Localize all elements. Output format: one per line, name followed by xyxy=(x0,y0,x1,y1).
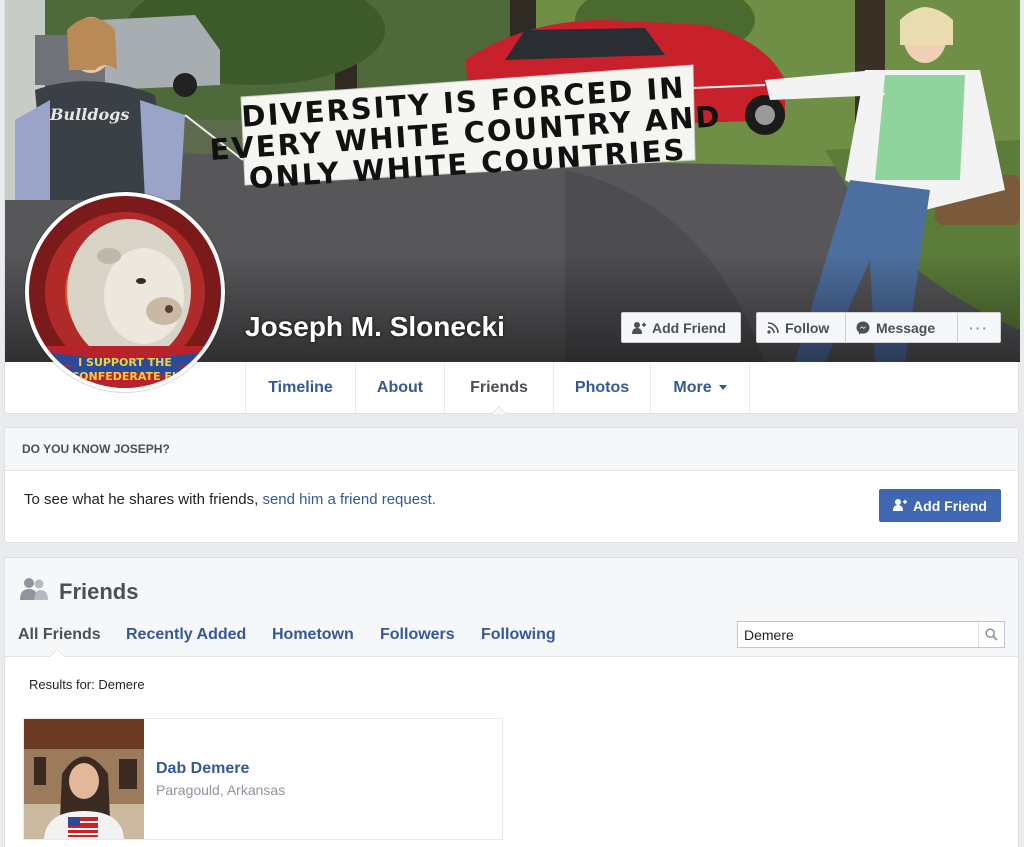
friend-avatar[interactable] xyxy=(24,719,144,839)
add-friend-label: Add Friend xyxy=(652,319,726,336)
friends-title: Friends xyxy=(19,577,138,607)
friends-title-label: Friends xyxy=(59,579,139,604)
profile-tabs: Timeline About Friends Photos More xyxy=(245,362,750,414)
add-friend-icon xyxy=(893,498,908,514)
know-person-prompt: To see what he shares with friends, xyxy=(24,491,263,508)
svg-text:Bulldogs: Bulldogs xyxy=(49,105,129,124)
friends-tab-recently-added[interactable]: Recently Added xyxy=(126,626,246,644)
profile-pic-banner-line-1: I SUPPORT THE xyxy=(78,356,172,369)
add-friend-primary-label: Add Friend xyxy=(913,497,987,514)
friend-location: Paragould, Arkansas xyxy=(156,782,286,798)
friends-card: Friends All Friends Recently Added Homet… xyxy=(4,557,1019,847)
friend-name[interactable]: Dab Demere xyxy=(156,760,285,778)
rss-follow-icon xyxy=(767,321,779,334)
profile-header-card: Bulldogs DIVERSITY IS FORCED IN EVERY WH… xyxy=(4,0,1020,414)
profile-picture[interactable]: I SUPPORT THE CONFEDERATE FL xyxy=(25,192,225,392)
message-label: Message xyxy=(876,319,936,336)
friend-info: Dab Demere Paragould, Arkansas xyxy=(144,719,285,839)
friends-tab-all[interactable]: All Friends xyxy=(18,626,101,644)
follow-button[interactable]: Follow xyxy=(756,312,846,343)
messenger-icon xyxy=(856,321,870,335)
tab-about[interactable]: About xyxy=(356,362,445,413)
more-options-icon: ··· xyxy=(969,319,989,336)
friends-tab-followers[interactable]: Followers xyxy=(380,626,455,644)
tab-photos-label: Photos xyxy=(574,378,630,396)
active-tab-indicator-fill xyxy=(50,650,64,657)
know-person-card: DO YOU KNOW JOSEPH? To see what he share… xyxy=(4,427,1019,543)
add-friend-primary-button[interactable]: Add Friend xyxy=(879,489,1001,522)
tab-friends-label: Friends xyxy=(470,378,528,396)
friend-result-card[interactable]: Dab Demere Paragould, Arkansas xyxy=(23,718,503,840)
profile-name[interactable]: Joseph M. Slonecki xyxy=(245,311,505,343)
follow-label: Follow xyxy=(785,319,830,336)
know-person-heading: DO YOU KNOW JOSEPH? xyxy=(5,428,1018,471)
search-results-label: Results for: Demere xyxy=(29,677,145,692)
send-friend-request-link[interactable]: send him a friend request. xyxy=(262,491,435,508)
tab-about-label: About xyxy=(376,378,424,396)
friends-header: Friends All Friends Recently Added Homet… xyxy=(5,558,1018,657)
tab-more-label: More xyxy=(673,378,712,396)
search-button[interactable] xyxy=(978,622,1004,647)
add-friend-button[interactable]: Add Friend xyxy=(621,312,741,343)
tab-friends[interactable]: Friends xyxy=(445,362,554,414)
chevron-down-icon xyxy=(718,385,727,390)
friends-tab-following[interactable]: Following xyxy=(481,626,556,644)
tab-timeline[interactable]: Timeline xyxy=(246,362,356,413)
know-person-body: To see what he shares with friends, send… xyxy=(5,471,1018,543)
tab-more[interactable]: More xyxy=(651,362,750,413)
friends-search xyxy=(737,621,1005,648)
know-person-text: To see what he shares with friends, send… xyxy=(24,491,436,508)
friends-icon xyxy=(19,577,49,607)
add-friend-icon xyxy=(632,321,646,334)
tab-photos[interactable]: Photos xyxy=(554,362,651,413)
message-button[interactable]: Message xyxy=(845,312,958,343)
friends-search-input[interactable] xyxy=(738,622,978,647)
more-options-button[interactable]: ··· xyxy=(957,312,1001,343)
tab-timeline-label: Timeline xyxy=(268,378,333,396)
friends-tab-hometown[interactable]: Hometown xyxy=(272,626,354,644)
profile-pic-banner-line-2: CONFEDERATE FL xyxy=(71,370,179,383)
search-icon xyxy=(985,628,998,641)
